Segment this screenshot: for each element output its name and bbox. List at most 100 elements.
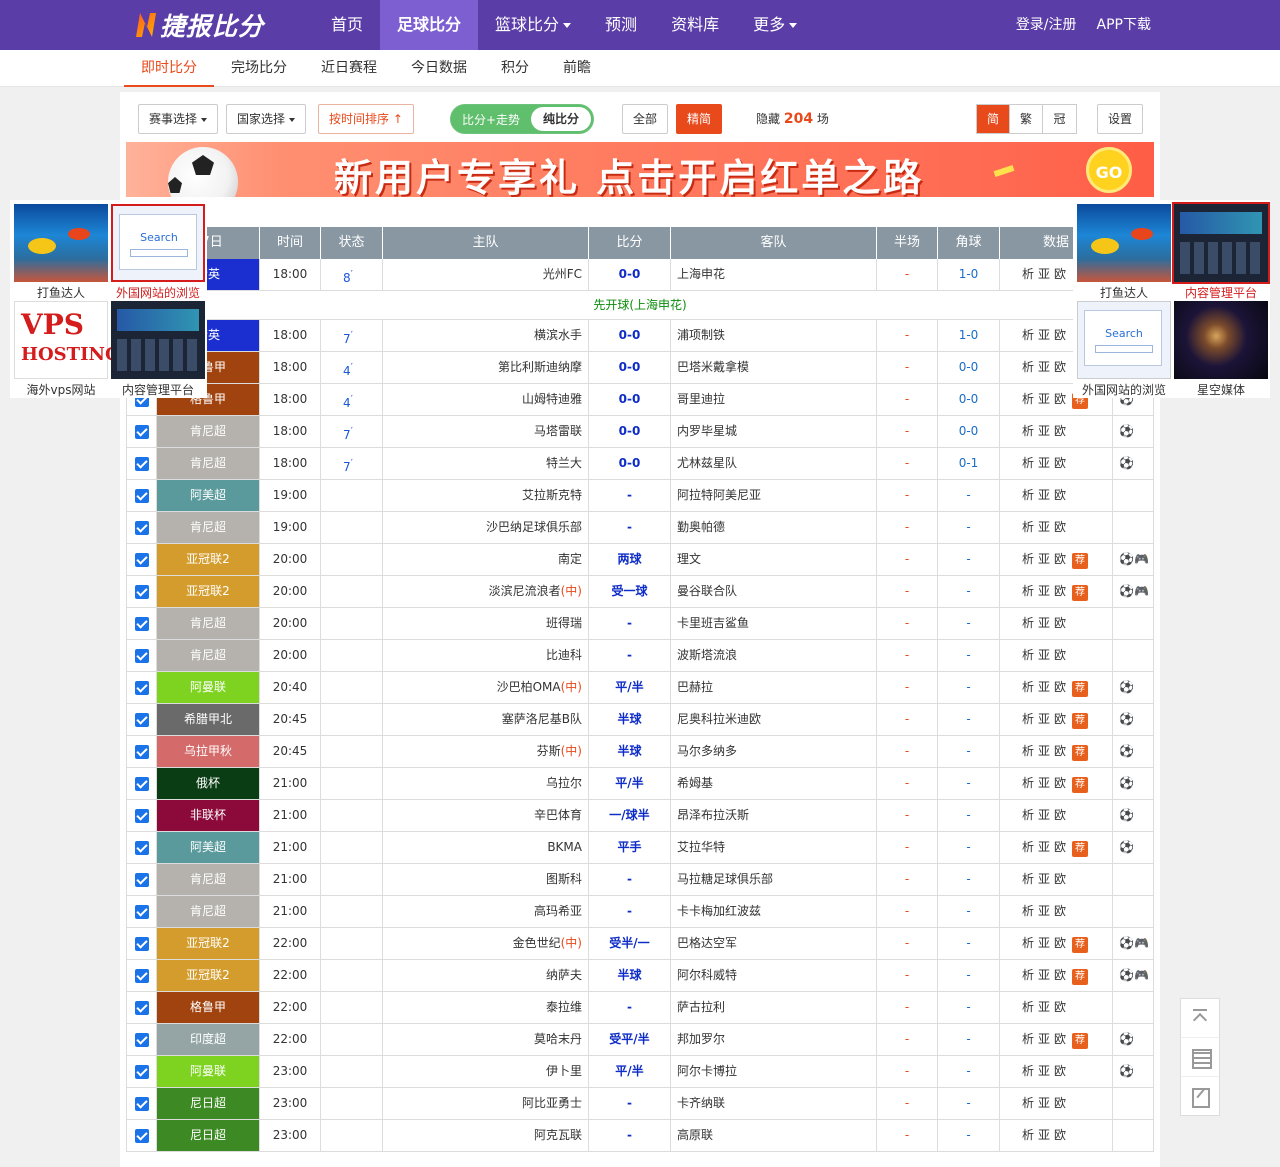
match-score[interactable]: - <box>589 896 671 927</box>
checkbox-checked-icon[interactable] <box>135 873 149 887</box>
analysis-link[interactable]: 析 <box>1022 840 1034 854</box>
ad-tile[interactable]: 内容管理平台 <box>111 301 205 397</box>
analysis-link[interactable]: 析 <box>1022 1032 1034 1046</box>
asian-odds-link[interactable]: 亚 <box>1038 872 1050 886</box>
home-team[interactable]: 沙巴纳足球俱乐部 <box>383 512 589 543</box>
live-icons[interactable] <box>1113 864 1154 895</box>
checkbox-checked-icon[interactable] <box>135 809 149 823</box>
analysis-link[interactable]: 析 <box>1022 808 1034 822</box>
home-team[interactable]: 山姆特迪雅 <box>383 384 589 415</box>
lang-simplified[interactable]: 简 <box>977 105 1010 133</box>
league-badge[interactable]: 阿曼联 <box>157 672 260 703</box>
asian-odds-link[interactable]: 亚 <box>1038 328 1050 342</box>
euro-odds-link[interactable]: 欧 <box>1054 360 1066 374</box>
nav-item[interactable]: 篮球比分 <box>478 0 588 50</box>
euro-odds-link[interactable]: 欧 <box>1054 488 1066 502</box>
checkbox-checked-icon[interactable] <box>135 553 149 567</box>
live-icons[interactable]: ⚽🎮 <box>1113 544 1154 575</box>
asian-odds-link[interactable]: 亚 <box>1038 360 1050 374</box>
asian-odds-link[interactable]: 亚 <box>1038 776 1050 790</box>
away-team[interactable]: 马尔多纳多 <box>671 736 877 767</box>
euro-odds-link[interactable]: 欧 <box>1054 1064 1066 1078</box>
live-icons[interactable] <box>1113 608 1154 639</box>
checkbox-checked-icon[interactable] <box>135 457 149 471</box>
match-score[interactable]: 0-0 <box>589 352 671 383</box>
asian-odds-link[interactable]: 亚 <box>1038 712 1050 726</box>
analysis-link[interactable]: 析 <box>1022 1064 1034 1078</box>
match-score[interactable]: 0-0 <box>589 448 671 479</box>
league-badge[interactable]: 希腊甲北 <box>157 704 260 735</box>
asian-odds-link[interactable]: 亚 <box>1038 1064 1050 1078</box>
display-mode-toggle[interactable]: 比分+走势 纯比分 <box>450 104 594 134</box>
euro-odds-link[interactable]: 欧 <box>1054 712 1066 726</box>
match-score[interactable]: 0-0 <box>589 320 671 351</box>
asian-odds-link[interactable]: 亚 <box>1038 1000 1050 1014</box>
feedback-icon[interactable] <box>1181 1077 1219 1116</box>
euro-odds-link[interactable]: 欧 <box>1054 267 1066 281</box>
euro-odds-link[interactable]: 欧 <box>1054 936 1066 950</box>
asian-odds-link[interactable]: 亚 <box>1038 648 1050 662</box>
analysis-link[interactable]: 析 <box>1022 616 1034 630</box>
home-team[interactable]: 阿克瓦联 <box>383 1120 589 1151</box>
live-icons[interactable]: ⚽ <box>1113 800 1154 831</box>
analysis-link[interactable]: 析 <box>1022 392 1034 406</box>
asian-odds-link[interactable]: 亚 <box>1038 520 1050 534</box>
analysis-link[interactable]: 析 <box>1022 584 1034 598</box>
league-badge[interactable]: 肯尼超 <box>157 640 260 671</box>
ad-tile[interactable]: Search 外国网站的浏览 <box>1077 301 1171 397</box>
euro-odds-link[interactable]: 欧 <box>1054 872 1066 886</box>
asian-odds-link[interactable]: 亚 <box>1038 616 1050 630</box>
checkbox-checked-icon[interactable] <box>135 777 149 791</box>
featured-button[interactable]: 精简 <box>676 104 722 134</box>
live-icons[interactable]: ⚽ <box>1113 672 1154 703</box>
match-score[interactable]: - <box>589 480 671 511</box>
league-badge[interactable]: 肯尼超 <box>157 608 260 639</box>
lang-traditional[interactable]: 繁 <box>1010 105 1043 133</box>
live-icons[interactable]: ⚽🎮 <box>1113 960 1154 991</box>
home-team[interactable]: 高玛希亚 <box>383 896 589 927</box>
league-badge[interactable]: 印度超 <box>157 1024 260 1055</box>
league-badge[interactable]: 肯尼超 <box>157 512 260 543</box>
euro-odds-link[interactable]: 欧 <box>1054 904 1066 918</box>
analysis-link[interactable]: 析 <box>1022 267 1034 281</box>
nav-item[interactable]: 足球比分 <box>380 0 479 50</box>
match-score[interactable]: - <box>589 992 671 1023</box>
login-register-link[interactable]: 登录/注册 <box>1016 0 1077 50</box>
match-score[interactable]: 0-0 <box>589 259 671 290</box>
checkbox-checked-icon[interactable] <box>135 489 149 503</box>
home-team[interactable]: 阿比亚勇士 <box>383 1088 589 1119</box>
all-button[interactable]: 全部 <box>622 104 668 134</box>
euro-odds-link[interactable]: 欧 <box>1054 392 1066 406</box>
euro-odds-link[interactable]: 欧 <box>1054 840 1066 854</box>
checkbox-checked-icon[interactable] <box>135 425 149 439</box>
live-icons[interactable]: ⚽ <box>1113 1056 1154 1087</box>
league-badge[interactable]: 乌拉甲秋 <box>157 736 260 767</box>
euro-odds-link[interactable]: 欧 <box>1054 744 1066 758</box>
euro-odds-link[interactable]: 欧 <box>1054 1096 1066 1110</box>
live-icons[interactable] <box>1113 640 1154 671</box>
ad-tile[interactable]: Search 外国网站的浏览 <box>111 204 205 300</box>
recommend-badge[interactable]: 荐 <box>1072 681 1089 697</box>
analysis-link[interactable]: 析 <box>1022 520 1034 534</box>
match-score[interactable]: 平手 <box>589 832 671 863</box>
checkbox-checked-icon[interactable] <box>135 713 149 727</box>
home-team[interactable]: 乌拉尔 <box>383 768 589 799</box>
ad-tile[interactable]: 星空媒体 <box>1174 301 1268 397</box>
analysis-link[interactable]: 析 <box>1022 904 1034 918</box>
league-badge[interactable]: 亚冠联2 <box>157 928 260 959</box>
match-score[interactable]: 0-0 <box>589 384 671 415</box>
match-score[interactable]: 半球 <box>589 736 671 767</box>
league-badge[interactable]: 肯尼超 <box>157 864 260 895</box>
home-team[interactable]: 特兰大 <box>383 448 589 479</box>
home-team[interactable]: 班得瑞 <box>383 608 589 639</box>
live-icons[interactable] <box>1113 512 1154 543</box>
home-team[interactable]: 泰拉维 <box>383 992 589 1023</box>
live-icons[interactable] <box>1113 992 1154 1023</box>
league-badge[interactable]: 肯尼超 <box>157 448 260 479</box>
settings-button[interactable]: 设置 <box>1097 104 1143 134</box>
recommend-badge[interactable]: 荐 <box>1072 745 1089 761</box>
analysis-link[interactable]: 析 <box>1022 872 1034 886</box>
euro-odds-link[interactable]: 欧 <box>1054 520 1066 534</box>
checkbox-checked-icon[interactable] <box>135 1129 149 1143</box>
checkbox-checked-icon[interactable] <box>135 1065 149 1079</box>
